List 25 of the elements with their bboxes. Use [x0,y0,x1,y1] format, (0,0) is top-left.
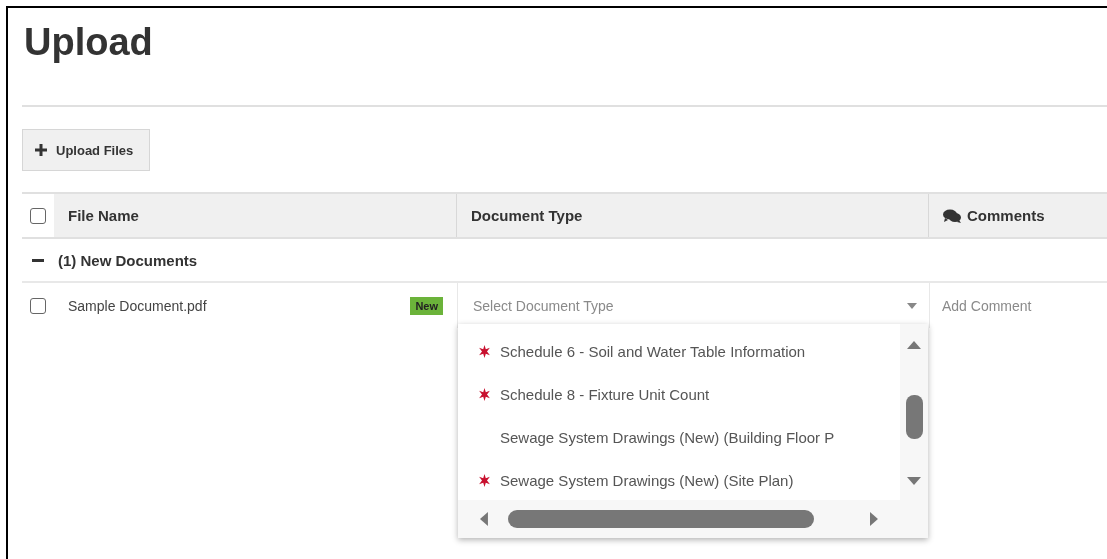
column-header: File Name [54,194,457,237]
scroll-down-icon[interactable] [907,476,921,486]
select-all-checkbox[interactable] [30,207,46,224]
horizontal-scroll-thumb[interactable] [507,510,815,528]
dropdown-option[interactable]: Schedule 8 - Fixture Unit Count [500,386,710,403]
page-title: Upload [24,20,153,65]
new-badge: New [410,296,443,315]
column-header: Document Type [457,194,929,237]
document-type-select[interactable]: Select Document Type [461,283,929,328]
vertical-scroll-thumb[interactable] [905,395,923,439]
comments-icon [943,208,961,223]
upload-files-button[interactable]: Upload Files [22,129,151,171]
dropdown-option[interactable]: Sewage System Drawings (New) (Building Floor P [500,429,835,446]
file-name: Sample Document.pdf [68,297,207,314]
scroll-left-icon[interactable] [480,512,488,526]
group-label: (1) New Documents [58,251,198,269]
plus-icon [35,144,47,156]
scroll-right-icon[interactable] [870,512,878,526]
column-header: Comments [929,194,1107,237]
row-checkbox[interactable] [30,297,46,314]
dropdown-option[interactable]: Schedule 6 - Soil and Water Table Information [500,343,806,360]
caret-icon [907,302,917,309]
dropdown-option[interactable]: Sewage System Drawings (New) (Site Plan) [500,472,794,489]
add-comment-field[interactable]: Add Comment [942,297,1032,314]
scroll-up-icon[interactable] [907,340,921,350]
